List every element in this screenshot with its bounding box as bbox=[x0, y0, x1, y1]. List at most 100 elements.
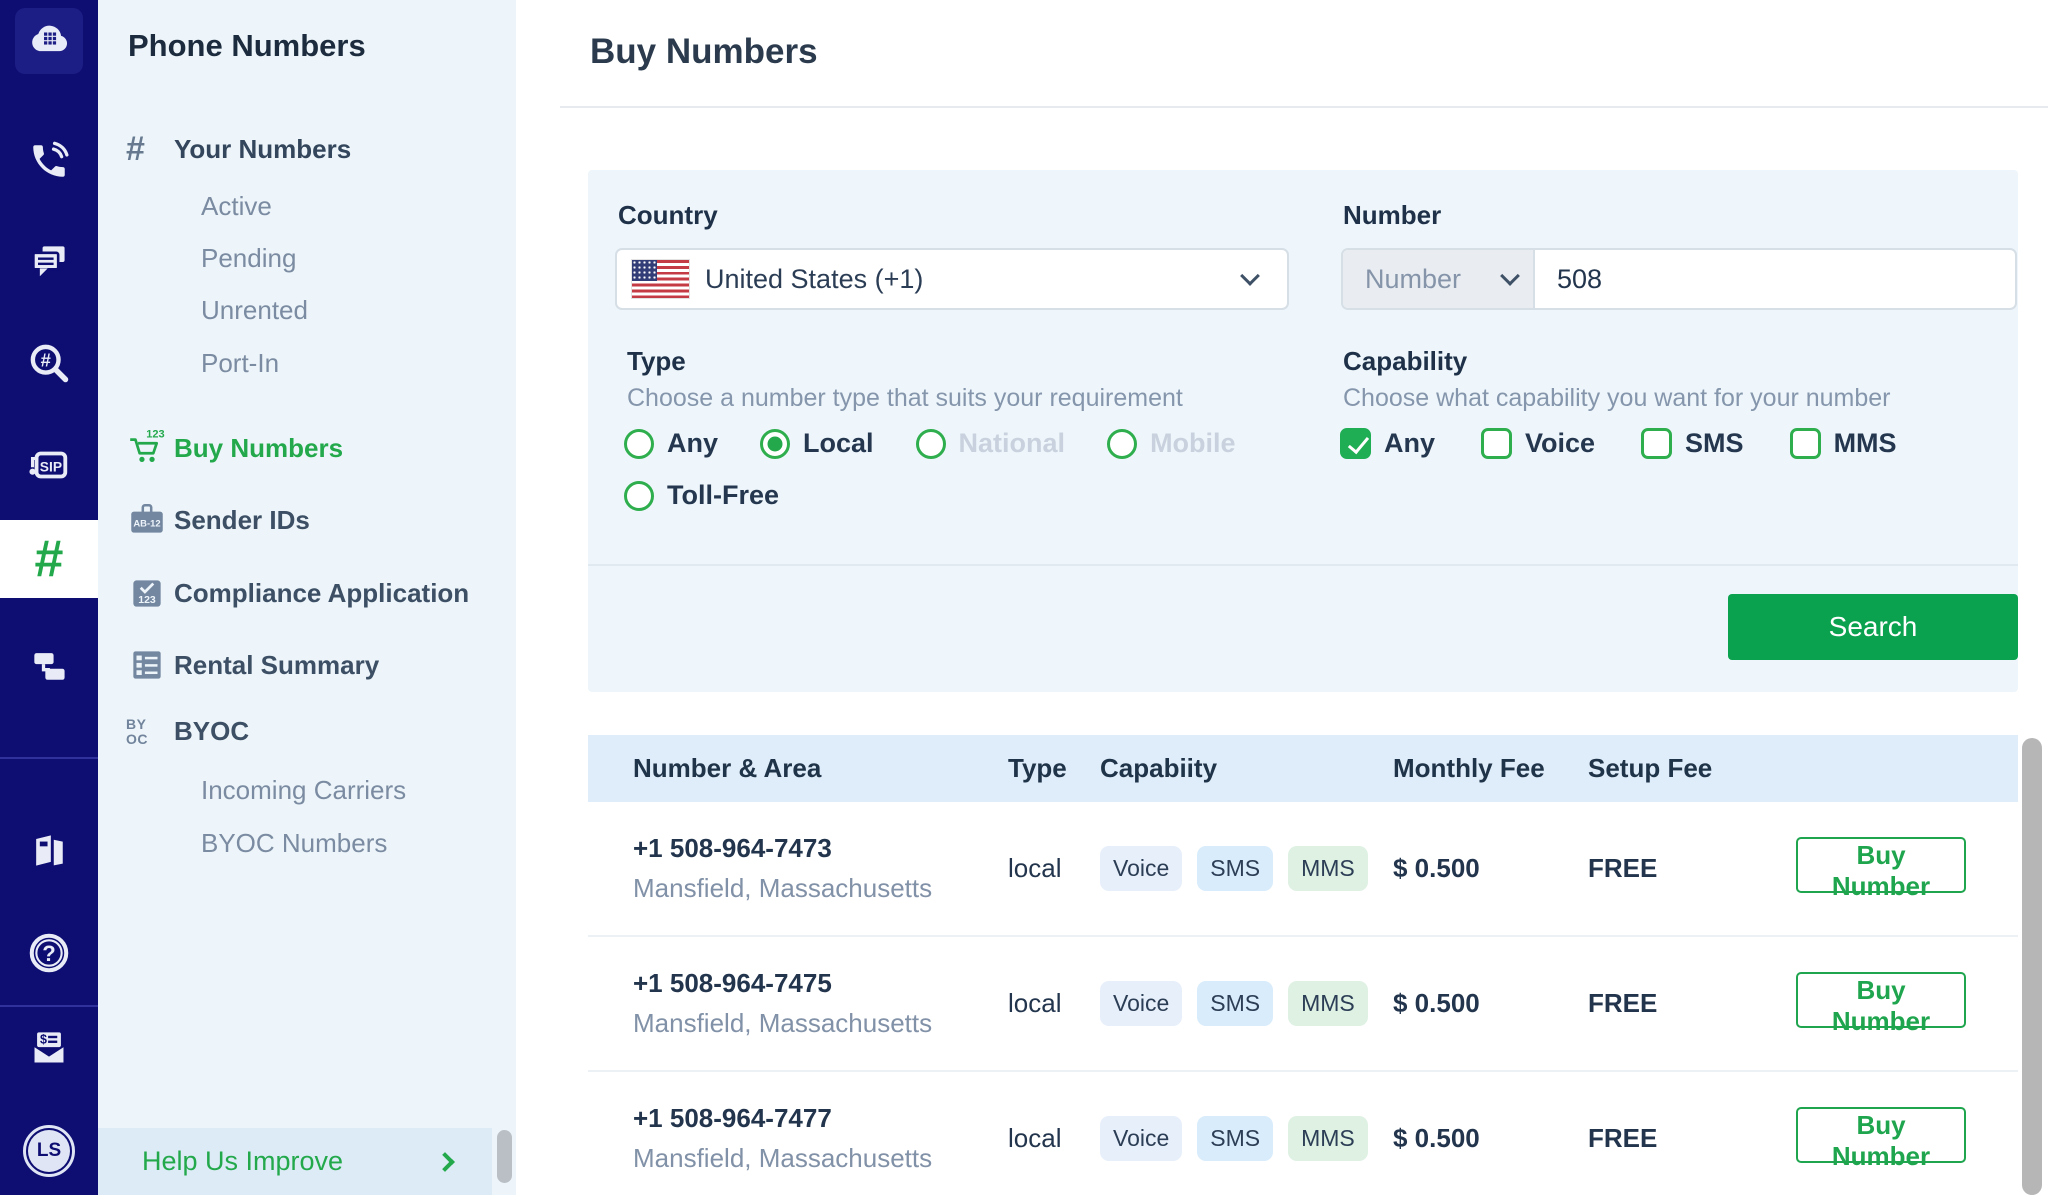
col-number-area: Number & Area bbox=[633, 753, 822, 783]
radio-icon bbox=[624, 428, 654, 459]
country-select[interactable]: United States (+1) bbox=[615, 248, 1289, 310]
search-button[interactable]: Search bbox=[1728, 594, 2018, 660]
monthly-fee: $ 0.500 bbox=[1393, 988, 1480, 1018]
page-title: Buy Numbers bbox=[590, 32, 818, 71]
sidebar-item-label: Rental Summary bbox=[174, 649, 380, 680]
help-us-improve-label: Help Us Improve bbox=[142, 1146, 344, 1176]
sidebar-item-help[interactable]: ? bbox=[0, 930, 98, 981]
type-option-national: National bbox=[915, 428, 1065, 459]
monthly-fee: $ 0.500 bbox=[1393, 853, 1480, 883]
phone-icon bbox=[28, 140, 70, 187]
buy-number-button[interactable]: Buy Number bbox=[1796, 1107, 1966, 1171]
phone-numbers-hash-icon: # bbox=[34, 530, 64, 588]
sidebar-item-rental-summary[interactable]: Rental Summary bbox=[126, 644, 379, 686]
sidebar-item-label: BYOC Numbers bbox=[201, 828, 388, 858]
type-option-any[interactable]: Any bbox=[624, 428, 718, 459]
table-row: +1 508-964-7477 Mansfield, Massachusetts… bbox=[588, 1072, 2018, 1195]
setup-fee: FREE bbox=[1588, 853, 1658, 883]
capability-option-mms[interactable]: MMS bbox=[1789, 428, 1897, 459]
capability-badges: Voice SMS MMS bbox=[1100, 1116, 1393, 1161]
workflow-icon bbox=[27, 644, 71, 693]
number-search-group: Number bbox=[1341, 248, 2017, 310]
chevron-down-icon bbox=[1240, 266, 1260, 286]
capability-option-sms[interactable]: SMS bbox=[1641, 428, 1744, 459]
mms-badge: MMS bbox=[1288, 981, 1368, 1026]
sidebar-item-label: Incoming Carriers bbox=[201, 775, 407, 805]
help-us-improve-button[interactable]: Help Us Improve bbox=[98, 1128, 492, 1195]
hash-icon: # bbox=[126, 130, 145, 168]
mms-badge: MMS bbox=[1288, 1116, 1368, 1161]
cloud-dialpad-icon bbox=[26, 16, 72, 67]
table-row: +1 508-964-7473 Mansfield, Massachusetts… bbox=[588, 802, 2018, 937]
chevron-down-icon bbox=[1500, 266, 1520, 286]
byoc-icon: BY OC bbox=[126, 715, 148, 747]
panel-divider bbox=[588, 564, 2018, 566]
phone-area: Mansfield, Massachusetts bbox=[633, 1143, 933, 1173]
radio-checked-icon bbox=[760, 428, 791, 459]
sidebar-item-pending[interactable]: Pending bbox=[201, 243, 296, 274]
number-mode-value: Number bbox=[1365, 263, 1462, 294]
mms-badge: MMS bbox=[1288, 846, 1368, 891]
sidebar-item-docs[interactable] bbox=[0, 828, 98, 877]
user-avatar[interactable]: LS bbox=[0, 1125, 98, 1177]
buy-number-button[interactable]: Buy Number bbox=[1796, 972, 1966, 1036]
type-option-toll-free[interactable]: Toll-Free bbox=[624, 480, 779, 511]
rail-divider bbox=[0, 757, 98, 759]
buy-number-button[interactable]: Buy Number bbox=[1796, 837, 1966, 901]
voice-badge: Voice bbox=[1100, 981, 1183, 1026]
sidebar-item-sip-trunking[interactable]: SIP bbox=[0, 442, 98, 493]
type-option-local[interactable]: Local bbox=[760, 428, 874, 459]
search-filter-panel: Country United States (+1) Number Number… bbox=[588, 170, 2018, 692]
sidebar-item-phone-numbers-active[interactable]: # bbox=[0, 520, 98, 598]
sidebar-item-number-lookup[interactable]: # bbox=[0, 341, 98, 390]
number-mode-select[interactable]: Number bbox=[1343, 250, 1535, 308]
capability-subtitle: Choose what capability you want for your… bbox=[1343, 384, 1891, 412]
sidebar-item-buy-numbers[interactable]: 123 Buy Numbers bbox=[126, 427, 343, 469]
rental-summary-icon bbox=[126, 644, 174, 686]
sidebar-item-label: Compliance Application bbox=[174, 577, 470, 608]
monthly-fee: $ 0.500 bbox=[1393, 1123, 1480, 1153]
billing-icon: $ bbox=[27, 1026, 71, 1075]
checkbox-icon bbox=[1789, 428, 1821, 459]
sender-id-badge-icon: AB-12 bbox=[126, 499, 174, 541]
sidebar-item-byoc-numbers[interactable]: BYOC Numbers bbox=[201, 828, 387, 859]
capability-option-voice[interactable]: Voice bbox=[1481, 428, 1595, 459]
table-header-row: Number & Area Type Capabiity Monthly Fee… bbox=[588, 735, 2018, 802]
capability-option-any[interactable]: Any bbox=[1340, 428, 1435, 459]
sidebar-item-label: Port-In bbox=[201, 348, 280, 378]
us-flag-icon bbox=[632, 260, 689, 298]
number-pattern-input[interactable] bbox=[1535, 250, 2015, 308]
main-scrollbar-thumb[interactable] bbox=[2022, 738, 2042, 1195]
sidebar-item-unrented[interactable]: Unrented bbox=[201, 295, 308, 326]
sidebar-item-byoc[interactable]: BY OC BYOC bbox=[126, 716, 249, 747]
sidebar-item-compliance-application[interactable]: 123 Compliance Application bbox=[126, 572, 469, 614]
search-number-icon: # bbox=[27, 341, 71, 390]
sidebar-item-billing[interactable]: $ bbox=[0, 1026, 98, 1075]
sidebar-item-sender-ids[interactable]: AB-12 Sender IDs bbox=[126, 499, 310, 541]
sidebar-scrollbar-thumb[interactable] bbox=[497, 1130, 512, 1183]
sidebar-item-voice[interactable] bbox=[0, 140, 98, 187]
type-radio-row: Any Local National Mobile bbox=[624, 428, 1236, 459]
col-setup-fee: Setup Fee bbox=[1588, 753, 1713, 783]
checkbox-checked-icon bbox=[1340, 428, 1371, 459]
sms-badge: SMS bbox=[1197, 846, 1274, 891]
sidebar-item-label: Your Numbers bbox=[174, 133, 352, 164]
radio-icon bbox=[1107, 428, 1138, 459]
app-logo[interactable] bbox=[15, 8, 83, 74]
sidebar-phone-numbers: Phone Numbers # Your Numbers Active Pend… bbox=[98, 0, 516, 1195]
sidebar-item-port-in[interactable]: Port-In bbox=[201, 348, 279, 379]
voice-badge: Voice bbox=[1100, 1116, 1183, 1161]
sidebar-item-incoming-carriers[interactable]: Incoming Carriers bbox=[201, 775, 406, 806]
type-option-mobile: Mobile bbox=[1107, 428, 1236, 459]
number-type: local bbox=[1008, 853, 1062, 883]
sidebar-title: Phone Numbers bbox=[128, 28, 366, 63]
icon-rail: # SIP # ? $ LS bbox=[0, 0, 98, 1195]
setup-fee: FREE bbox=[1588, 988, 1658, 1018]
cart-icon: 123 bbox=[126, 427, 174, 469]
sidebar-item-your-numbers[interactable]: # Your Numbers bbox=[126, 132, 351, 166]
sidebar-item-workflow[interactable] bbox=[0, 644, 98, 693]
sidebar-item-messaging[interactable] bbox=[0, 240, 98, 289]
capability-badges: Voice SMS MMS bbox=[1100, 846, 1393, 891]
sidebar-item-active[interactable]: Active bbox=[201, 191, 272, 222]
number-label: Number bbox=[1343, 200, 1442, 230]
